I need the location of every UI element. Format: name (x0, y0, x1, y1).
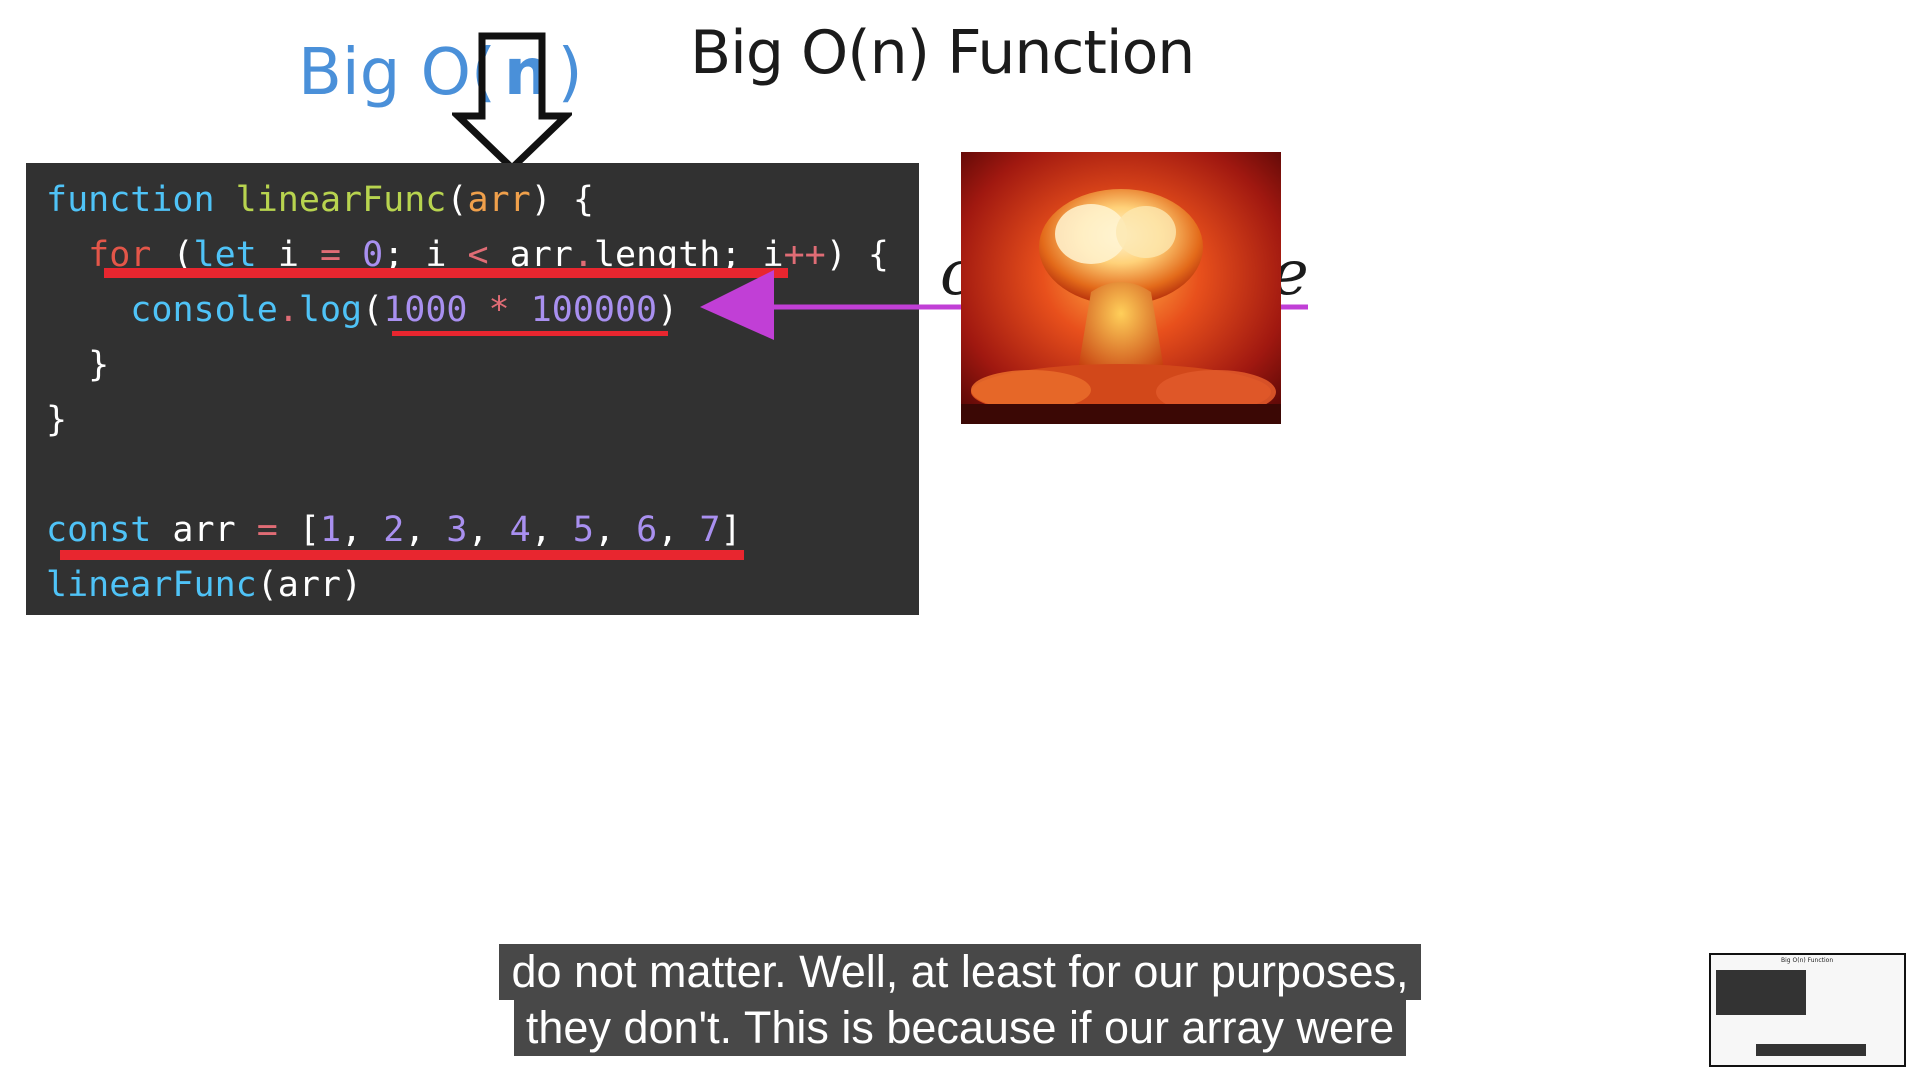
thumbnail-code (1716, 970, 1806, 1015)
underline-console-args (392, 331, 668, 336)
thumbnail-title: Big O(n) Function (1781, 957, 1834, 964)
code-line-1: function linearFunc(arr) { (46, 180, 594, 220)
subtitle-caption: do not matter. Well, at least for our pu… (0, 944, 1920, 1056)
caption-line-2: they don't. This is because if our array… (513, 1000, 1407, 1056)
code-line-8: linearFunc(arr) (46, 565, 363, 605)
code-line-4: } (88, 345, 110, 385)
caption-line-1: do not matter. Well, at least for our pu… (499, 944, 1421, 1000)
explosion-image (961, 152, 1281, 424)
code-line-5: } (46, 400, 68, 440)
underline-for-loop (104, 268, 788, 278)
underline-const-arr (60, 550, 744, 560)
thumbnail-preview[interactable]: Big O(n) Function (1709, 953, 1906, 1067)
thumbnail-caption (1756, 1044, 1866, 1056)
code-panel: function linearFunc(arr) { for (let i = … (26, 163, 919, 615)
down-arrow-icon (452, 32, 572, 172)
slide-title: Big O(n) Function (690, 18, 1195, 88)
